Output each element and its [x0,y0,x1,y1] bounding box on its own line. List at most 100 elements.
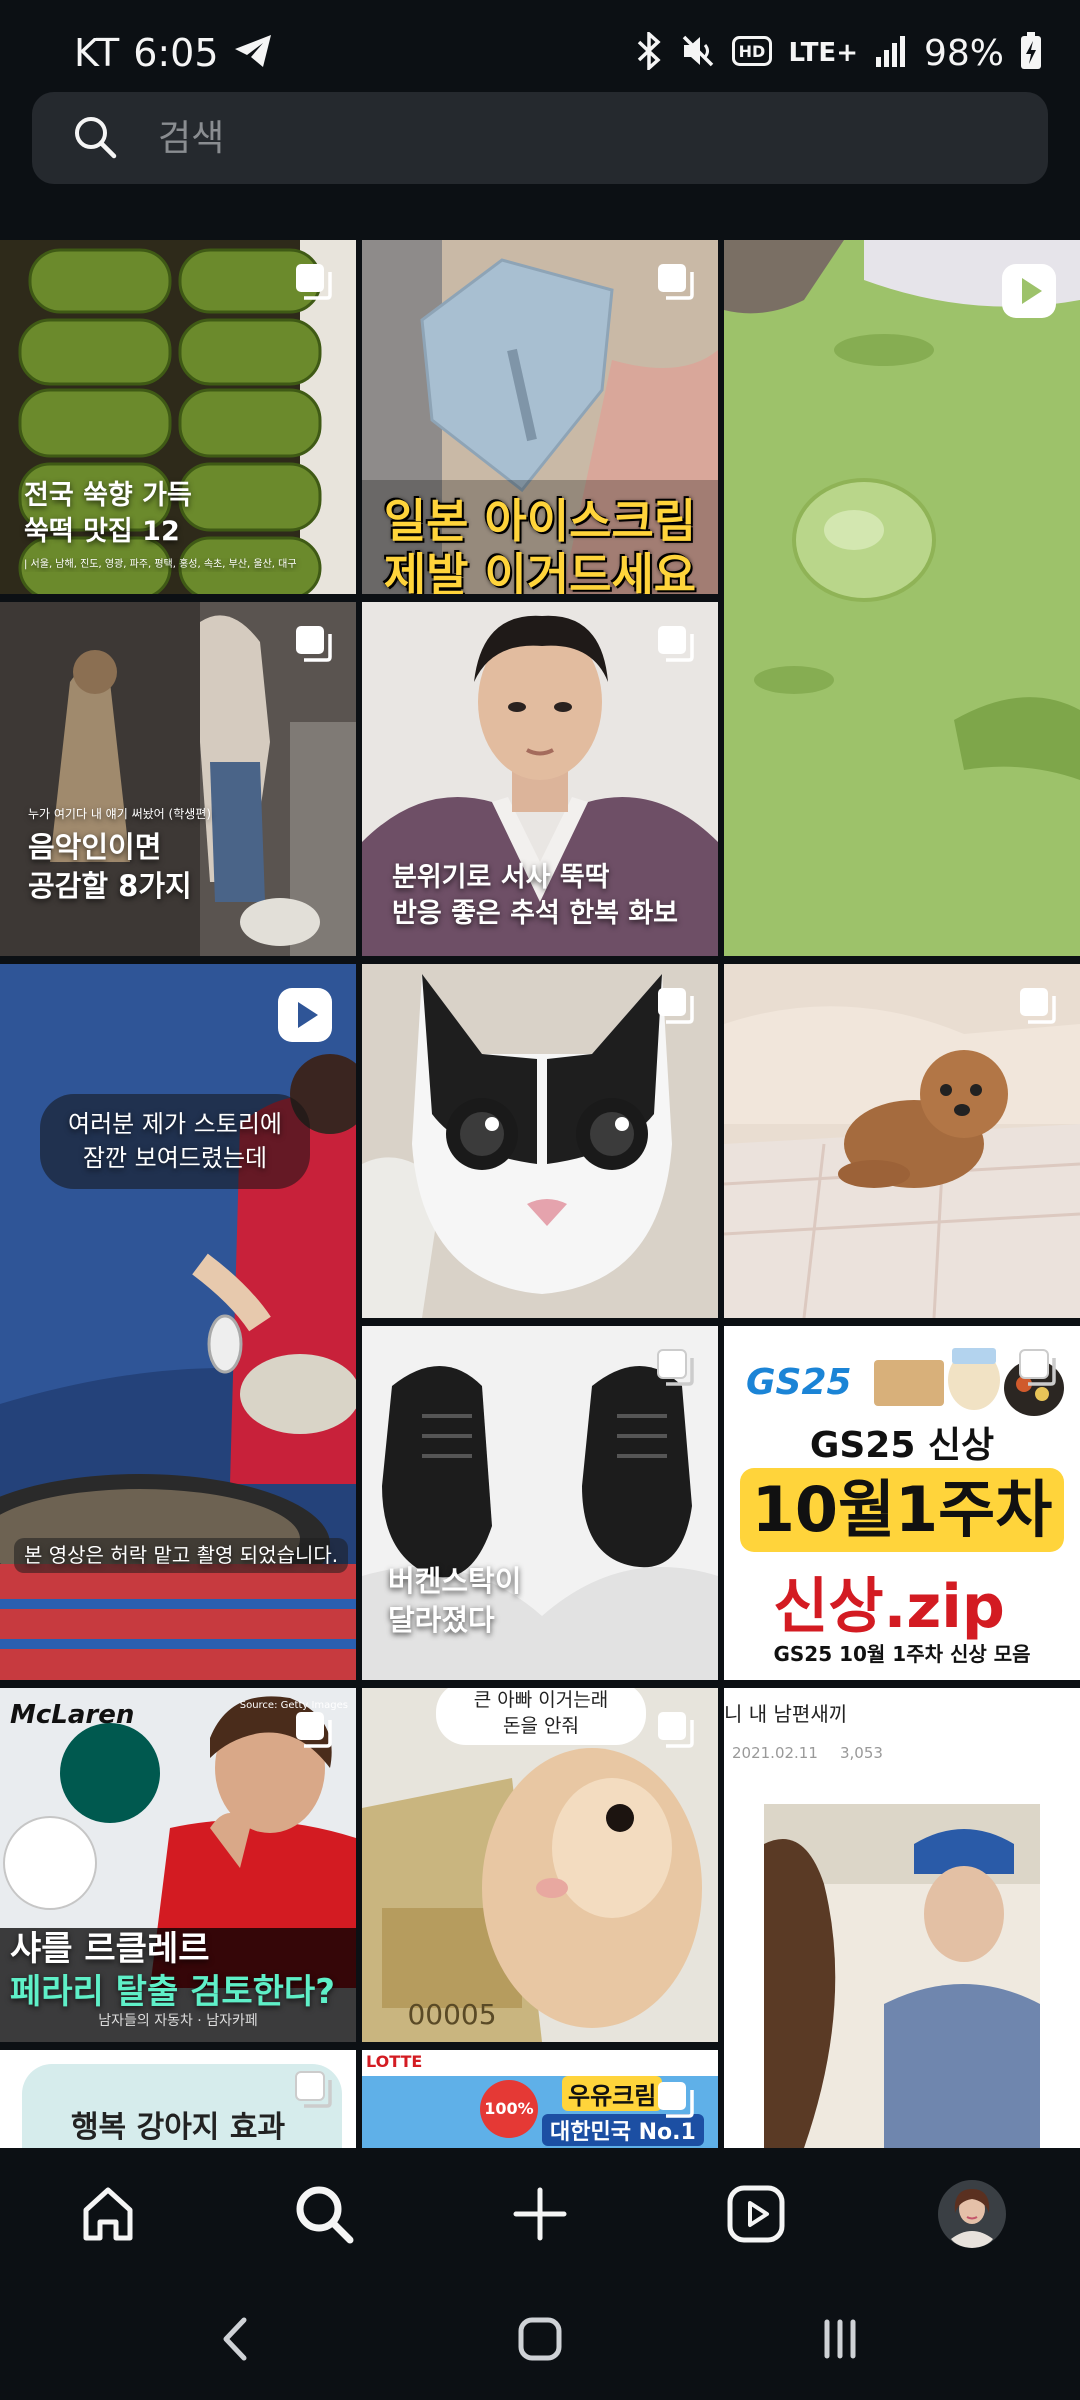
caption-line: 음악인이면 [28,830,162,864]
grid-tile-poodle[interactable] [724,964,1080,1318]
grid-tile-gs25[interactable]: GS25 GS25 신상 10월1주차 신상.zip GS25 10월 1주차 … [724,1326,1080,1680]
grid-tile-happy-dog[interactable]: 행복 강아지 효과 [0,2050,356,2148]
reels-icon [727,2185,785,2243]
tile-caption: 샤를 르클레르 페라리 탈출 검토한다? [10,1928,335,2013]
caption-line: 달라졌다 [388,1603,495,1638]
post-title: 니 내 남편새끼 [724,1702,848,1726]
tile-subtitle: 본 영상은 허락 맡고 촬영 되었습니다. [14,1538,349,1573]
grid-tile-birkenstock[interactable]: 버켄스탁이 달라졌다 [362,1326,718,1680]
tile-caption: 일본 아이스크림 제발 이거드세요 [362,494,718,594]
reel-icon [1000,262,1058,324]
grid-tile-vendor-reel[interactable]: 여러분 제가 스토리에 잠깐 보여드렸는데 본 영상은 허락 맡고 촬영 되었습… [0,964,356,1680]
percent-badge: 100% [480,2080,538,2138]
grid-tile-japan-icecream[interactable]: 일본 아이스크림 제발 이거드세요 [362,240,718,594]
search-icon [72,114,118,164]
back-button[interactable] [196,2304,276,2374]
grid-tile-green-slime-reel[interactable] [724,240,1080,956]
search-icon [296,2186,354,2244]
grid-tile-lotte[interactable]: LOTTE 100% 우유크림 대한민국 No.1 [362,2050,718,2148]
carrier-label: KT [74,31,120,75]
carousel-icon [294,2070,334,2114]
lotte-logo: LOTTE [366,2052,423,2071]
bottom-nav [0,2148,1080,2278]
carousel-icon [656,624,696,668]
recents-button[interactable] [800,2304,880,2374]
status-bar: KT 6:05 HD LTE+ 98% [0,0,1080,92]
carousel-icon [294,624,334,668]
caption-line: 샤를 르클레르 [10,1929,210,1969]
carousel-icon [294,262,334,306]
carousel-icon [656,1710,696,1754]
gs25-footer: GS25 10월 1주차 신상 모음 [773,1642,1031,1666]
grid-tile-leclerc[interactable]: McLaren Source: Getty Images 샤를 르클레르 페라리… [0,1688,356,2042]
nav-search[interactable] [284,2176,364,2252]
slime-image [724,240,1080,956]
tile-footer: 남자들의 자동차 · 남자카페 [98,2013,258,2029]
clock-time: 6:05 [133,31,219,75]
tile-caption: 분위기로 서사 뚝딱 반응 좋은 추석 한복 화보 [392,860,678,933]
caption-line: 반응 좋은 추석 한복 화보 [392,898,678,930]
caption-line: 여러분 제가 스토리에 [68,1110,282,1138]
grid-tile-hanbok-portrait[interactable]: 분위기로 서사 뚝딱 반응 좋은 추석 한복 화보 [362,602,718,956]
explore-grid[interactable]: 전국 쑥향 가득 쑥떡 맛집 12 | 서울, 남해, 진도, 영광, 파주, … [0,240,1080,2148]
sign-text: 우유크림 [562,2076,663,2111]
nav-create[interactable] [500,2176,580,2252]
grid-tile-husband-video[interactable]: 니 내 남편새끼 2021.02.11 3,053 [724,1688,1080,2148]
grid-tile-mugwort-ricecake[interactable]: 전국 쑥향 가득 쑥떡 맛집 12 | 서울, 남해, 진도, 영광, 파주, … [0,240,356,594]
caption-line: 페라리 탈출 검토한다? [10,1971,335,2012]
carousel-icon [656,2080,696,2124]
bubble-line: 돈을 안줘 [503,1714,579,1737]
search-bar[interactable] [32,92,1048,184]
tile-caption: 음악인이면 공감할 8가지 [28,828,192,906]
gs25-week-banner: 10월1주차 [740,1468,1064,1552]
grid-tile-cat[interactable] [362,964,718,1318]
home-square-icon [518,2317,562,2361]
home-button[interactable] [500,2304,580,2374]
mute-icon [680,33,716,73]
carousel-icon [656,262,696,306]
tile-speech-caption: 여러분 제가 스토리에 잠깐 보여드렸는데 [40,1094,310,1190]
caption-line: 분위기로 서사 뚝딱 [392,862,610,893]
caption-line: 버켄스탁이 [388,1564,522,1598]
caption-line: 제발 이거드세요 [383,548,697,594]
battery-percent: 98% [923,32,1004,74]
nav-reels[interactable] [716,2176,796,2252]
grid-tile-hamster[interactable]: 00005 큰 아빠 이거는래 돈을 안줘 [362,1688,718,2042]
carousel-icon [1018,1348,1058,1392]
tile-caption: 전국 쑥향 가득 쑥떡 맛집 12 [24,478,192,551]
back-chevron-icon [223,2317,247,2361]
nav-home[interactable] [68,2176,148,2252]
home-icon [83,2187,133,2241]
carousel-icon [656,1348,696,1392]
recents-icon [824,2319,856,2359]
mclaren-logo: McLaren [10,1700,135,1730]
profile-avatar [938,2180,1006,2248]
svg-text:00005: 00005 [407,1998,496,2031]
bubble-line: 큰 아빠 이거는래 [473,1689,609,1711]
bluetooth-icon [634,30,664,74]
network-type: LTE+ [788,38,858,68]
caption-line: 잠깐 보여드렸는데 [82,1143,268,1172]
carousel-icon [1018,986,1058,1030]
telegram-icon [233,33,273,73]
grid-tile-musicians[interactable]: 누가 여기다 내 얘기 써놨어 (학생편) 음악인이면 공감할 8가지 [0,602,356,956]
caption-line: 전국 쑥향 가득 [24,480,192,511]
signal-icon [874,35,908,71]
battery-charging-icon [1020,32,1042,74]
caption-line: 공감할 8가지 [28,869,192,904]
tile-caption: 버켄스탁이 달라졌다 [388,1562,521,1640]
gs25-big-title: 신상.zip [773,1572,1005,1642]
status-right: HD LTE+ 98% [634,28,1042,78]
post-views: 3,053 [840,1744,883,1762]
hd-voice-icon: HD [732,36,773,70]
carousel-icon [656,986,696,1030]
caption-line: 일본 아이스크림 [383,494,697,548]
system-nav-bar [0,2278,1080,2400]
carousel-icon [294,1710,334,1754]
nav-profile[interactable] [932,2176,1012,2252]
status-left: KT 6:05 [74,28,273,78]
video-still [764,1804,1040,2148]
plus-icon [513,2187,567,2241]
tile-subcaption: | 서울, 남해, 진도, 영광, 파주, 평택, 홍성, 속초, 부산, 울산… [24,559,297,570]
search-input[interactable] [158,106,1018,170]
